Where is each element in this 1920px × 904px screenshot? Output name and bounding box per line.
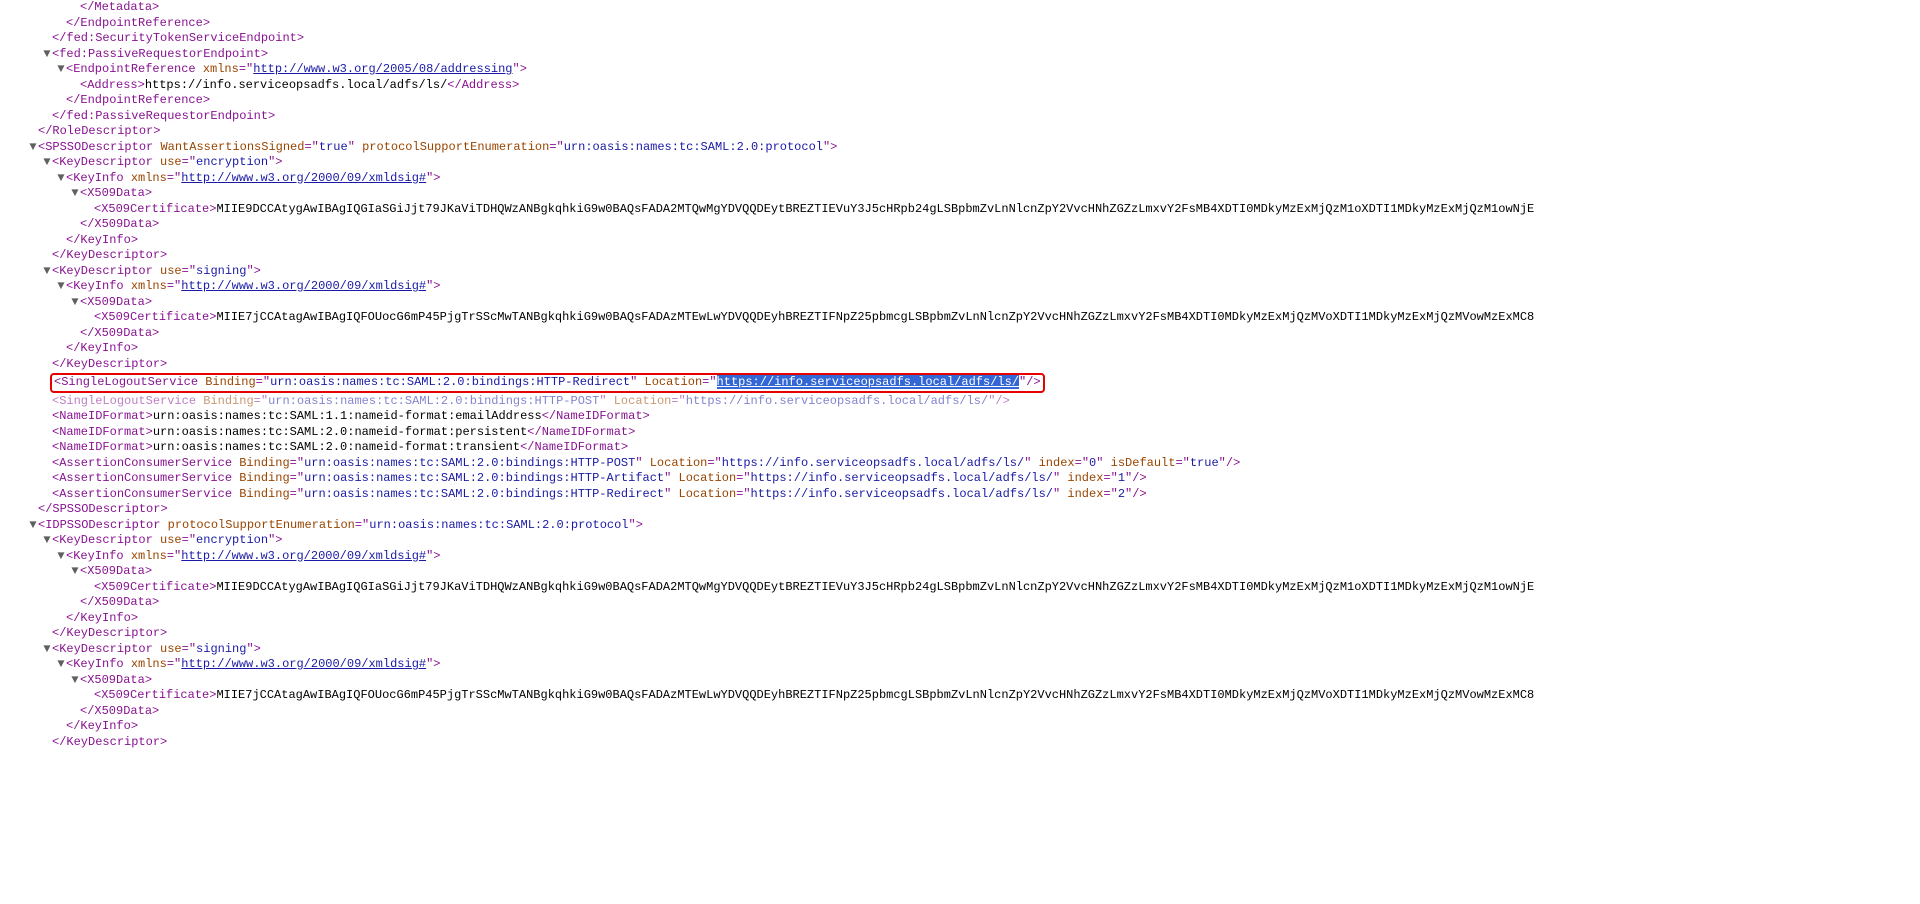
- xml-line[interactable]: ▼<X509Data>: [10, 295, 1912, 311]
- xml-line[interactable]: ▼<KeyInfo xmlns="http://www.w3.org/2000/…: [10, 279, 1912, 295]
- xml-line[interactable]: <Address>https://info.serviceopsadfs.loc…: [10, 78, 1912, 94]
- xml-line[interactable]: </X509Data>: [10, 326, 1912, 342]
- xml-line[interactable]: <NameIDFormat>urn:oasis:names:tc:SAML:1.…: [10, 409, 1912, 425]
- caret-icon: ▼: [42, 533, 52, 549]
- xml-line[interactable]: </KeyInfo>: [10, 341, 1912, 357]
- xml-line[interactable]: ▼<IDPSSODescriptor protocolSupportEnumer…: [10, 518, 1912, 534]
- xml-line[interactable]: <X509Certificate>MIIE7jCCAtagAwIBAgIQFOU…: [10, 310, 1912, 326]
- xml-line[interactable]: <NameIDFormat>urn:oasis:names:tc:SAML:2.…: [10, 440, 1912, 456]
- caret-icon: ▼: [70, 186, 80, 202]
- xml-line[interactable]: <X509Certificate>MIIE9DCCAtygAwIBAgIQGIa…: [10, 202, 1912, 218]
- caret-icon: ▼: [42, 264, 52, 280]
- xml-line[interactable]: </KeyDescriptor>: [10, 735, 1912, 751]
- xml-line[interactable]: ▼<KeyDescriptor use="signing">: [10, 264, 1912, 280]
- xml-line[interactable]: ▼<KeyDescriptor use="signing">: [10, 642, 1912, 658]
- xml-line[interactable]: </KeyInfo>: [10, 611, 1912, 627]
- xml-line[interactable]: <AssertionConsumerService Binding="urn:o…: [10, 456, 1912, 472]
- xml-line[interactable]: </KeyDescriptor>: [10, 248, 1912, 264]
- highlighted-row[interactable]: <SingleLogoutService Binding="urn:oasis:…: [10, 372, 1912, 394]
- xml-line[interactable]: </KeyDescriptor>: [10, 626, 1912, 642]
- xml-line[interactable]: </KeyInfo>: [10, 719, 1912, 735]
- caret-icon: ▼: [70, 295, 80, 311]
- xml-line[interactable]: ▼<KeyInfo xmlns="http://www.w3.org/2000/…: [10, 171, 1912, 187]
- xml-line[interactable]: ▼<KeyInfo xmlns="http://www.w3.org/2000/…: [10, 657, 1912, 673]
- xml-tree-viewer: </Metadata> </EndpointReference> </fed:S…: [0, 0, 1920, 758]
- xml-line[interactable]: </EndpointReference>: [10, 16, 1912, 32]
- xml-line[interactable]: </EndpointReference>: [10, 93, 1912, 109]
- xml-line[interactable]: ▼<KeyDescriptor use="encryption">: [10, 155, 1912, 171]
- xml-line[interactable]: ▼<fed:PassiveRequestorEndpoint>: [10, 47, 1912, 63]
- xml-line[interactable]: </KeyDescriptor>: [10, 357, 1912, 373]
- caret-icon: ▼: [56, 279, 66, 295]
- xml-line[interactable]: </SPSSODescriptor>: [10, 502, 1912, 518]
- caret-icon: ▼: [28, 518, 38, 534]
- xml-line[interactable]: ▼<KeyDescriptor use="encryption">: [10, 533, 1912, 549]
- xml-line[interactable]: ▼<X509Data>: [10, 564, 1912, 580]
- caret-icon: ▼: [42, 642, 52, 658]
- xml-line[interactable]: <X509Certificate>MIIE9DCCAtygAwIBAgIQGIa…: [10, 580, 1912, 596]
- xml-line[interactable]: <AssertionConsumerService Binding="urn:o…: [10, 471, 1912, 487]
- xml-line[interactable]: </KeyInfo>: [10, 233, 1912, 249]
- xml-line[interactable]: <NameIDFormat>urn:oasis:names:tc:SAML:2.…: [10, 425, 1912, 441]
- xml-line[interactable]: ▼<KeyInfo xmlns="http://www.w3.org/2000/…: [10, 549, 1912, 565]
- selected-url: https://info.serviceopsadfs.local/adfs/l…: [717, 375, 1019, 389]
- caret-icon: ▼: [56, 171, 66, 187]
- caret-icon: ▼: [70, 673, 80, 689]
- caret-icon: ▼: [28, 140, 38, 156]
- xml-line[interactable]: ▼<X509Data>: [10, 673, 1912, 689]
- caret-icon: ▼: [56, 657, 66, 673]
- caret-icon: ▼: [42, 47, 52, 63]
- xml-line[interactable]: </fed:PassiveRequestorEndpoint>: [10, 109, 1912, 125]
- xml-line[interactable]: </fed:SecurityTokenServiceEndpoint>: [10, 31, 1912, 47]
- xml-line[interactable]: </X509Data>: [10, 704, 1912, 720]
- xml-line[interactable]: ▼<SPSSODescriptor WantAssertionsSigned="…: [10, 140, 1912, 156]
- xml-line[interactable]: <SingleLogoutService Binding="urn:oasis:…: [10, 394, 1912, 410]
- xml-line[interactable]: </X509Data>: [10, 217, 1912, 233]
- caret-icon: ▼: [56, 549, 66, 565]
- xml-line[interactable]: <X509Certificate>MIIE7jCCAtagAwIBAgIQFOU…: [10, 688, 1912, 704]
- xml-line[interactable]: <AssertionConsumerService Binding="urn:o…: [10, 487, 1912, 503]
- caret-icon: ▼: [42, 155, 52, 171]
- xml-line[interactable]: ▼<X509Data>: [10, 186, 1912, 202]
- caret-icon: ▼: [56, 62, 66, 78]
- xml-line[interactable]: </RoleDescriptor>: [10, 124, 1912, 140]
- xml-line[interactable]: </X509Data>: [10, 595, 1912, 611]
- xml-line[interactable]: ▼<EndpointReference xmlns="http://www.w3…: [10, 62, 1912, 78]
- caret-icon: ▼: [70, 564, 80, 580]
- xml-line[interactable]: </Metadata>: [10, 0, 1912, 16]
